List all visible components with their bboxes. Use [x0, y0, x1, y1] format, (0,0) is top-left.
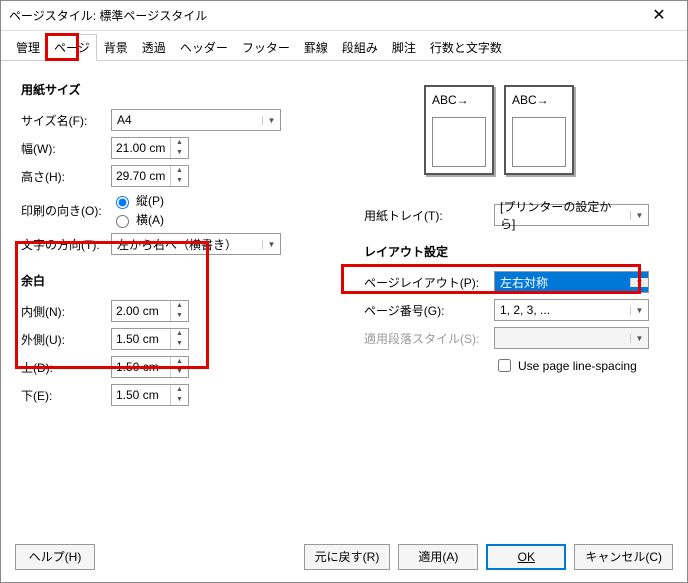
chevron-down-icon: ▼: [262, 240, 280, 249]
tab-background[interactable]: 背景: [97, 34, 135, 61]
margin-top-label: 上(D):: [21, 359, 111, 376]
down-icon[interactable]: ▼: [171, 395, 188, 405]
down-icon[interactable]: ▼: [171, 176, 188, 186]
tab-footer[interactable]: フッター: [235, 34, 297, 61]
textdir-label: 文字の方向(T):: [21, 236, 111, 253]
apply-button[interactable]: 適用(A): [398, 544, 478, 570]
width-input[interactable]: [112, 138, 170, 158]
chevron-down-icon: ▼: [262, 116, 280, 125]
up-icon[interactable]: ▲: [171, 138, 188, 148]
up-icon[interactable]: ▲: [171, 357, 188, 367]
margin-top-input[interactable]: [112, 357, 170, 377]
width-spinner[interactable]: ▲▼: [111, 137, 189, 159]
down-icon[interactable]: ▼: [171, 367, 188, 377]
tab-header[interactable]: ヘッダー: [173, 34, 235, 61]
height-label: 高さ(H):: [21, 168, 111, 185]
down-icon[interactable]: ▼: [171, 311, 188, 321]
tab-columns[interactable]: 段組み: [335, 34, 385, 61]
portrait-radio[interactable]: 縦(P): [111, 192, 164, 209]
size-combo[interactable]: A4▼: [111, 109, 281, 131]
chevron-down-icon: ▼: [630, 278, 648, 287]
up-icon[interactable]: ▲: [171, 166, 188, 176]
tray-combo[interactable]: [プリンターの設定から]▼: [494, 204, 649, 226]
orientation-label: 印刷の向き(O):: [21, 202, 111, 219]
para-style-label: 適用段落スタイル(S):: [364, 330, 494, 347]
help-button[interactable]: ヘルプ(H): [15, 544, 95, 570]
page-num-value: 1, 2, 3, ...: [495, 303, 630, 317]
tray-label: 用紙トレイ(T):: [364, 207, 494, 224]
size-value: A4: [112, 113, 262, 127]
tray-value: [プリンターの設定から]: [495, 198, 630, 232]
margin-outer-label: 外側(U):: [21, 331, 111, 348]
margins-heading: 余白: [21, 272, 324, 289]
width-label: 幅(W):: [21, 140, 111, 157]
preview-left: ABC→: [424, 85, 494, 175]
margin-bottom-input[interactable]: [112, 385, 170, 405]
size-label: サイズ名(F):: [21, 112, 111, 129]
up-icon[interactable]: ▲: [171, 329, 188, 339]
layout-heading: レイアウト設定: [364, 243, 667, 260]
page-num-label: ページ番号(G):: [364, 302, 494, 319]
up-icon[interactable]: ▲: [171, 301, 188, 311]
tab-manage[interactable]: 管理: [9, 34, 47, 61]
tab-textgrid[interactable]: 行数と文字数: [423, 34, 509, 61]
para-style-combo: ▼: [494, 327, 649, 349]
window-title: ページスタイル: 標準ページスタイル: [9, 7, 639, 24]
margin-outer-input[interactable]: [112, 329, 170, 349]
chevron-down-icon: ▼: [630, 334, 648, 343]
textdir-combo[interactable]: 左から右へ（横書き）▼: [111, 233, 281, 255]
margin-top-spinner[interactable]: ▲▼: [111, 356, 189, 378]
page-num-combo[interactable]: 1, 2, 3, ...▼: [494, 299, 649, 321]
page-layout-label: ページレイアウト(P):: [364, 274, 494, 291]
margin-bottom-label: 下(E):: [21, 387, 111, 404]
margin-inner-spinner[interactable]: ▲▼: [111, 300, 189, 322]
reset-button[interactable]: 元に戻す(R): [304, 544, 391, 570]
title-bar: ページスタイル: 標準ページスタイル ✕: [1, 1, 687, 31]
tab-transparency[interactable]: 透過: [135, 34, 173, 61]
dialog-footer: ヘルプ(H) 元に戻す(R) 適用(A) OK キャンセル(C): [15, 544, 673, 570]
chevron-down-icon: ▼: [630, 306, 648, 315]
page-layout-combo[interactable]: 左右対称▼: [494, 271, 649, 293]
page-preview: ABC→ ABC→: [424, 85, 667, 175]
landscape-radio[interactable]: 横(A): [111, 211, 164, 228]
textdir-value: 左から右へ（横書き）: [112, 236, 262, 253]
down-icon[interactable]: ▼: [171, 148, 188, 158]
chevron-down-icon: ▼: [630, 211, 648, 220]
up-icon[interactable]: ▲: [171, 385, 188, 395]
paper-size-heading: 用紙サイズ: [21, 81, 324, 98]
height-spinner[interactable]: ▲▼: [111, 165, 189, 187]
preview-right: ABC→: [504, 85, 574, 175]
height-input[interactable]: [112, 166, 170, 186]
page-layout-value: 左右対称: [495, 274, 630, 291]
margin-inner-label: 内側(N):: [21, 303, 111, 320]
tab-bar: 管理 ページ 背景 透過 ヘッダー フッター 罫線 段組み 脚注 行数と文字数: [1, 31, 687, 61]
ok-button[interactable]: OK: [486, 544, 566, 570]
tab-borders[interactable]: 罫線: [297, 34, 335, 61]
down-icon[interactable]: ▼: [171, 339, 188, 349]
tab-page[interactable]: ページ: [47, 34, 97, 61]
line-spacing-checkbox[interactable]: Use page line-spacing: [494, 356, 667, 375]
margin-inner-input[interactable]: [112, 301, 170, 321]
margin-bottom-spinner[interactable]: ▲▼: [111, 384, 189, 406]
margin-outer-spinner[interactable]: ▲▼: [111, 328, 189, 350]
tab-footnote[interactable]: 脚注: [385, 34, 423, 61]
close-button[interactable]: ✕: [639, 2, 679, 30]
cancel-button[interactable]: キャンセル(C): [574, 544, 673, 570]
